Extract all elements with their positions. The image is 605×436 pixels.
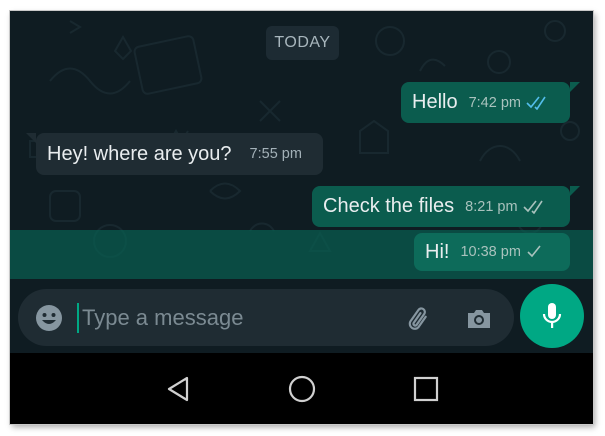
recents-square-icon[interactable]	[412, 375, 440, 403]
back-triangle-icon[interactable]	[165, 375, 193, 403]
message-text: Hey! where are you?	[47, 142, 232, 165]
message-incoming[interactable]: Hey! where are you? 7:55 pm	[36, 133, 323, 175]
message-input[interactable]	[82, 300, 382, 336]
message-time: 10:38 pm	[460, 244, 521, 260]
message-input-container[interactable]	[18, 289, 514, 346]
message-outgoing[interactable]: Hi! 10:38 pm	[414, 233, 570, 271]
double-check-read-icon	[526, 96, 548, 110]
emoji-icon[interactable]	[34, 303, 64, 333]
microphone-icon	[542, 303, 562, 328]
message-time: 8:21 pm	[465, 198, 518, 215]
bubble-tail	[570, 186, 580, 196]
home-circle-icon[interactable]	[288, 375, 316, 403]
system-navigation-bar	[10, 353, 593, 424]
message-text: Hi!	[425, 240, 450, 263]
camera-icon[interactable]	[464, 304, 494, 334]
bubble-tail	[570, 82, 580, 92]
microphone-button[interactable]	[520, 284, 584, 348]
message-outgoing[interactable]: Check the files 8:21 pm	[312, 186, 570, 227]
paperclip-icon[interactable]	[404, 304, 434, 334]
date-divider: TODAY	[266, 26, 339, 60]
bubble-tail	[26, 133, 36, 143]
message-time: 7:42 pm	[468, 94, 521, 111]
double-check-icon	[523, 200, 545, 214]
single-check-icon	[526, 245, 542, 259]
chat-area[interactable]: TODAY Hello 7:42 pm Hey! where are you? …	[10, 11, 593, 279]
composer-bar	[10, 279, 593, 353]
message-outgoing[interactable]: Hello 7:42 pm	[401, 82, 570, 123]
phone-screen: TODAY Hello 7:42 pm Hey! where are you? …	[10, 11, 593, 424]
message-text: Check the files	[323, 195, 455, 217]
text-cursor	[77, 303, 79, 333]
message-time: 7:55 pm	[249, 146, 302, 162]
message-text: Hello	[412, 91, 458, 113]
